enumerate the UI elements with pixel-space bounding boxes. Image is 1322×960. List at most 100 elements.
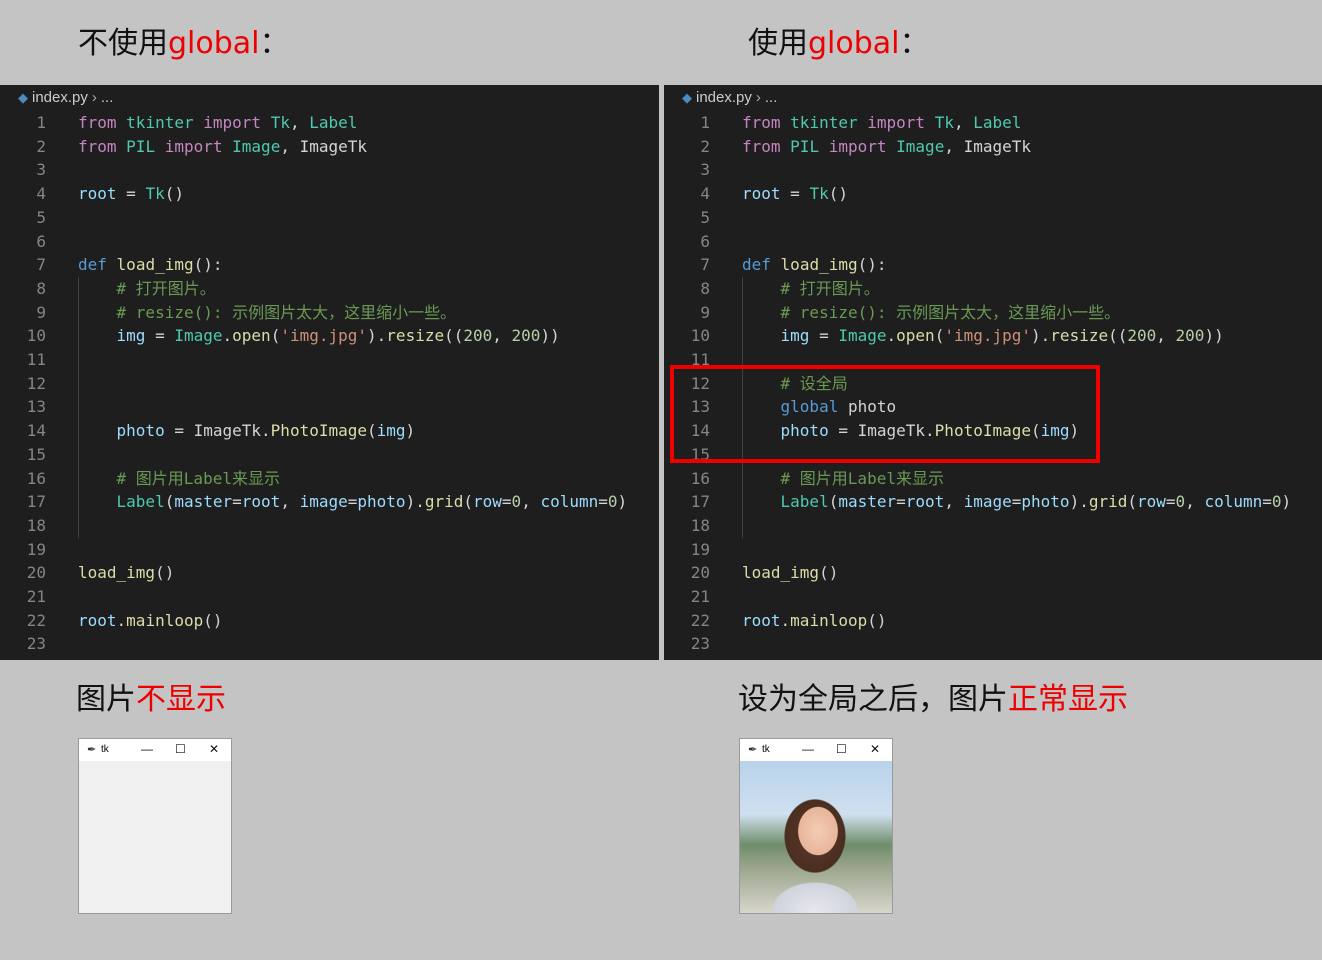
code-line[interactable]: 21 <box>0 585 659 609</box>
code-line[interactable]: 14 photo = ImageTk.PhotoImage(img) <box>0 419 659 443</box>
line-number: 6 <box>700 231 710 251</box>
code-line[interactable]: 17 Label(master=root, image=photo).grid(… <box>0 490 659 514</box>
code-line[interactable]: 16 # 图片用Label来显示 <box>664 467 1322 491</box>
code-line[interactable]: 11 <box>0 348 659 372</box>
breadcrumb[interactable]: ◆ index.py ›... <box>682 88 777 108</box>
code-line[interactable]: 13 <box>0 395 659 419</box>
code-token: . <box>116 610 127 630</box>
code-line[interactable]: 3 <box>664 158 1322 182</box>
code-line[interactable]: 2 from PIL import Image, ImageTk <box>0 135 659 159</box>
code-line[interactable]: 19 <box>0 538 659 562</box>
maximize-button[interactable]: ☐ <box>836 742 847 756</box>
code-token: ). <box>1031 326 1051 346</box>
code-line[interactable]: 3 <box>0 158 659 182</box>
code-token: ( <box>1127 492 1137 512</box>
code-text: from tkinter import Tk, Label <box>78 111 357 135</box>
code-line[interactable]: 1 from tkinter import Tk, Label <box>664 111 1322 135</box>
code-line[interactable]: 2 from PIL import Image, ImageTk <box>664 135 1322 159</box>
code-token: ). <box>405 492 425 512</box>
breadcrumb-filename[interactable]: index.py <box>696 89 752 106</box>
code-text: # 打开图片。 <box>742 277 880 301</box>
code-line[interactable]: 5 <box>664 206 1322 230</box>
code-line[interactable]: 22 root.mainloop() <box>0 609 659 633</box>
code-line[interactable]: 19 <box>664 538 1322 562</box>
code-line[interactable]: 9 # resize(): 示例图片太大，这里缩小一些。 <box>0 301 659 325</box>
code-line[interactable]: 6 <box>664 230 1322 254</box>
tk-window-title: tk <box>762 744 770 755</box>
heading-colon: ： <box>899 26 930 61</box>
code-token: ( <box>270 326 281 346</box>
chevron-right-icon: › <box>755 89 761 106</box>
code-line[interactable]: 4 root = Tk() <box>664 182 1322 206</box>
heading-without-global: 不使用global： <box>78 24 290 64</box>
code-line[interactable]: 1 from tkinter import Tk, Label <box>0 111 659 135</box>
code-line[interactable]: 18 <box>0 514 659 538</box>
code-line[interactable]: 10 img = Image.open('img.jpg').resize((2… <box>664 324 1322 348</box>
code-token: = <box>809 326 839 346</box>
code-line[interactable]: 8 # 打开图片。 <box>664 277 1322 301</box>
close-button[interactable]: ✕ <box>209 742 219 756</box>
code-line[interactable]: 16 # 图片用Label来显示 <box>0 467 659 491</box>
code-token: = ImageTk. <box>164 421 271 441</box>
code-token: root <box>241 492 281 512</box>
code-line[interactable]: 22 root.mainloop() <box>664 609 1322 633</box>
code-token: root <box>905 492 945 512</box>
code-text: def load_img(): <box>78 253 223 277</box>
code-token: (( <box>1108 326 1128 346</box>
code-line[interactable]: 9 # resize(): 示例图片太大，这里缩小一些。 <box>664 301 1322 325</box>
code-line[interactable]: 8 # 打开图片。 <box>0 277 659 301</box>
breadcrumb-more[interactable]: ... <box>765 89 778 106</box>
code-token: row <box>1137 492 1166 512</box>
tk-titlebar[interactable]: ✒ tk — ☐ ✕ <box>740 739 892 761</box>
code-token: Image <box>896 136 945 156</box>
maximize-button[interactable]: ☐ <box>175 742 186 756</box>
python-file-icon: ◆ <box>18 90 28 105</box>
code-line[interactable]: 23 <box>664 632 1322 656</box>
code-line[interactable]: 7 def load_img(): <box>0 253 659 277</box>
tk-titlebar[interactable]: ✒ tk — ☐ ✕ <box>79 739 231 761</box>
code-token: (): <box>193 255 223 275</box>
breadcrumb-filename[interactable]: index.py <box>32 89 88 106</box>
code-line[interactable]: 20 load_img() <box>664 561 1322 585</box>
code-line[interactable]: 12 <box>0 372 659 396</box>
code-token: , <box>289 113 310 132</box>
breadcrumb[interactable]: ◆ index.py ›... <box>18 88 113 108</box>
code-token: load_img <box>78 563 156 583</box>
code-token: 200 <box>1127 326 1157 346</box>
code-line[interactable]: 17 Label(master=root, image=photo).grid(… <box>664 490 1322 514</box>
feather-icon: ✒ <box>748 744 758 756</box>
code-token: open <box>896 326 935 346</box>
minimize-button[interactable]: — <box>802 742 814 756</box>
code-line[interactable]: 20 load_img() <box>0 561 659 585</box>
line-number: 14 <box>26 421 46 441</box>
close-button[interactable]: ✕ <box>870 742 880 756</box>
code-token: def <box>742 255 771 275</box>
code-token: 0 <box>1271 492 1282 512</box>
code-line[interactable]: 21 <box>664 585 1322 609</box>
code-text: root.mainloop() <box>742 609 887 633</box>
code-line[interactable]: 18 <box>664 514 1322 538</box>
code-line[interactable]: 23 <box>0 632 659 656</box>
code-line[interactable]: 10 img = Image.open('img.jpg').resize((2… <box>0 324 659 348</box>
code-token: photo <box>1021 492 1070 512</box>
result-heading-left: 图片不显示 <box>76 680 226 720</box>
code-text: from tkinter import Tk, Label <box>742 111 1021 135</box>
minimize-button[interactable]: — <box>141 742 153 756</box>
line-number: 10 <box>26 326 46 346</box>
code-token: import <box>867 113 926 132</box>
line-number: 22 <box>26 610 46 630</box>
code-line[interactable]: 15 <box>0 443 659 467</box>
code-line[interactable]: 6 <box>0 230 659 254</box>
code-text: img = Image.open('img.jpg').resize((200,… <box>742 324 1224 348</box>
code-line[interactable]: 4 root = Tk() <box>0 182 659 206</box>
code-token: , <box>1185 492 1205 512</box>
code-line[interactable]: 7 def load_img(): <box>664 253 1322 277</box>
breadcrumb-more[interactable]: ... <box>101 89 114 106</box>
code-token: 'img.jpg' <box>944 326 1032 346</box>
code-text: # 打开图片。 <box>78 277 216 301</box>
code-line[interactable]: 5 <box>0 206 659 230</box>
code-token: root <box>78 610 117 630</box>
